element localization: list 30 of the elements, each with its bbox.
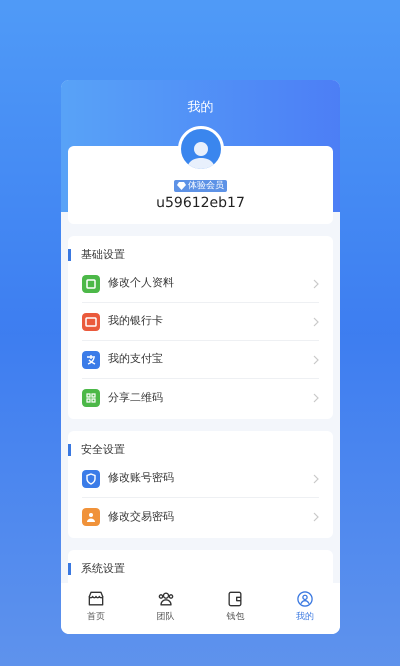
username: u59612eb17 [156, 194, 245, 212]
tab[interactable]: 钱包 [210, 589, 260, 623]
chevron-icon [313, 474, 319, 484]
settings-row[interactable]: 修改账号密码 [82, 460, 319, 498]
row-label: 修改账号密码 [108, 470, 175, 486]
page-title: 我的 [188, 100, 214, 116]
section-title: 基础设置 [81, 246, 125, 263]
chevron-icon [313, 354, 319, 364]
settings-row[interactable]: 修改交易密码 [82, 498, 319, 536]
chevron-icon [313, 278, 319, 288]
person-icon [295, 589, 316, 609]
diamond-icon [177, 182, 186, 190]
settings-row[interactable]: 分享二维码 [82, 379, 319, 417]
chevron-icon [313, 316, 319, 326]
badge-text: 体验会员 [188, 180, 224, 192]
chevron-icon [313, 512, 319, 522]
chevron-icon [313, 393, 319, 403]
section-title: 安全设置 [81, 442, 125, 458]
settings-row[interactable]: 修改个人资料 [82, 265, 319, 303]
tab[interactable]: 首页 [70, 589, 121, 623]
row-label: 我的银行卡 [108, 313, 164, 330]
row-label: 修改个人资料 [108, 275, 175, 292]
row-label: 修改交易密码 [108, 508, 175, 525]
row-label: 分享二维码 [108, 390, 164, 406]
tab[interactable]: 我的 [280, 589, 330, 623]
section-title: 系统设置 [81, 560, 125, 577]
tab[interactable]: 团队 [140, 589, 191, 623]
row-label: 我的支付宝 [108, 351, 164, 368]
settings-row[interactable]: 我的银行卡 [82, 303, 319, 341]
settings-row[interactable]: 我的支付宝 [82, 341, 319, 379]
